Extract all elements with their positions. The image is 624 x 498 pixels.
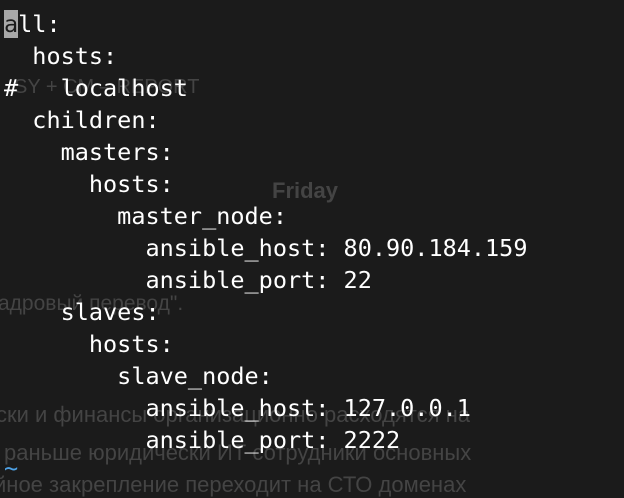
editor-line-9: ansible_port: 22 xyxy=(4,266,372,294)
text-cursor: a xyxy=(4,10,19,38)
editor-line-12: slave_node: xyxy=(4,362,273,390)
empty-line-tilde: ~ xyxy=(4,454,19,482)
editor-line-6: hosts: xyxy=(4,170,174,198)
vim-editor[interactable]: all: hosts: # localhost children: master… xyxy=(0,0,624,490)
editor-line-11: hosts: xyxy=(4,330,174,358)
editor-line-2: hosts: xyxy=(4,42,118,70)
editor-line-10: slaves: xyxy=(4,298,160,326)
editor-line-4: children: xyxy=(4,106,160,134)
editor-line-7: master_node: xyxy=(4,202,287,230)
editor-line-14: ansible_port: 2222 xyxy=(4,426,401,454)
editor-line-8: ansible_host: 80.90.184.159 xyxy=(4,234,528,262)
editor-line-3: # localhost xyxy=(4,74,188,102)
editor-line-5: masters: xyxy=(4,138,174,166)
editor-line-1: all: xyxy=(4,8,61,40)
line-1-text: ll: xyxy=(18,10,61,38)
editor-line-13: ansible_host: 127.0.0.1 xyxy=(4,394,471,422)
